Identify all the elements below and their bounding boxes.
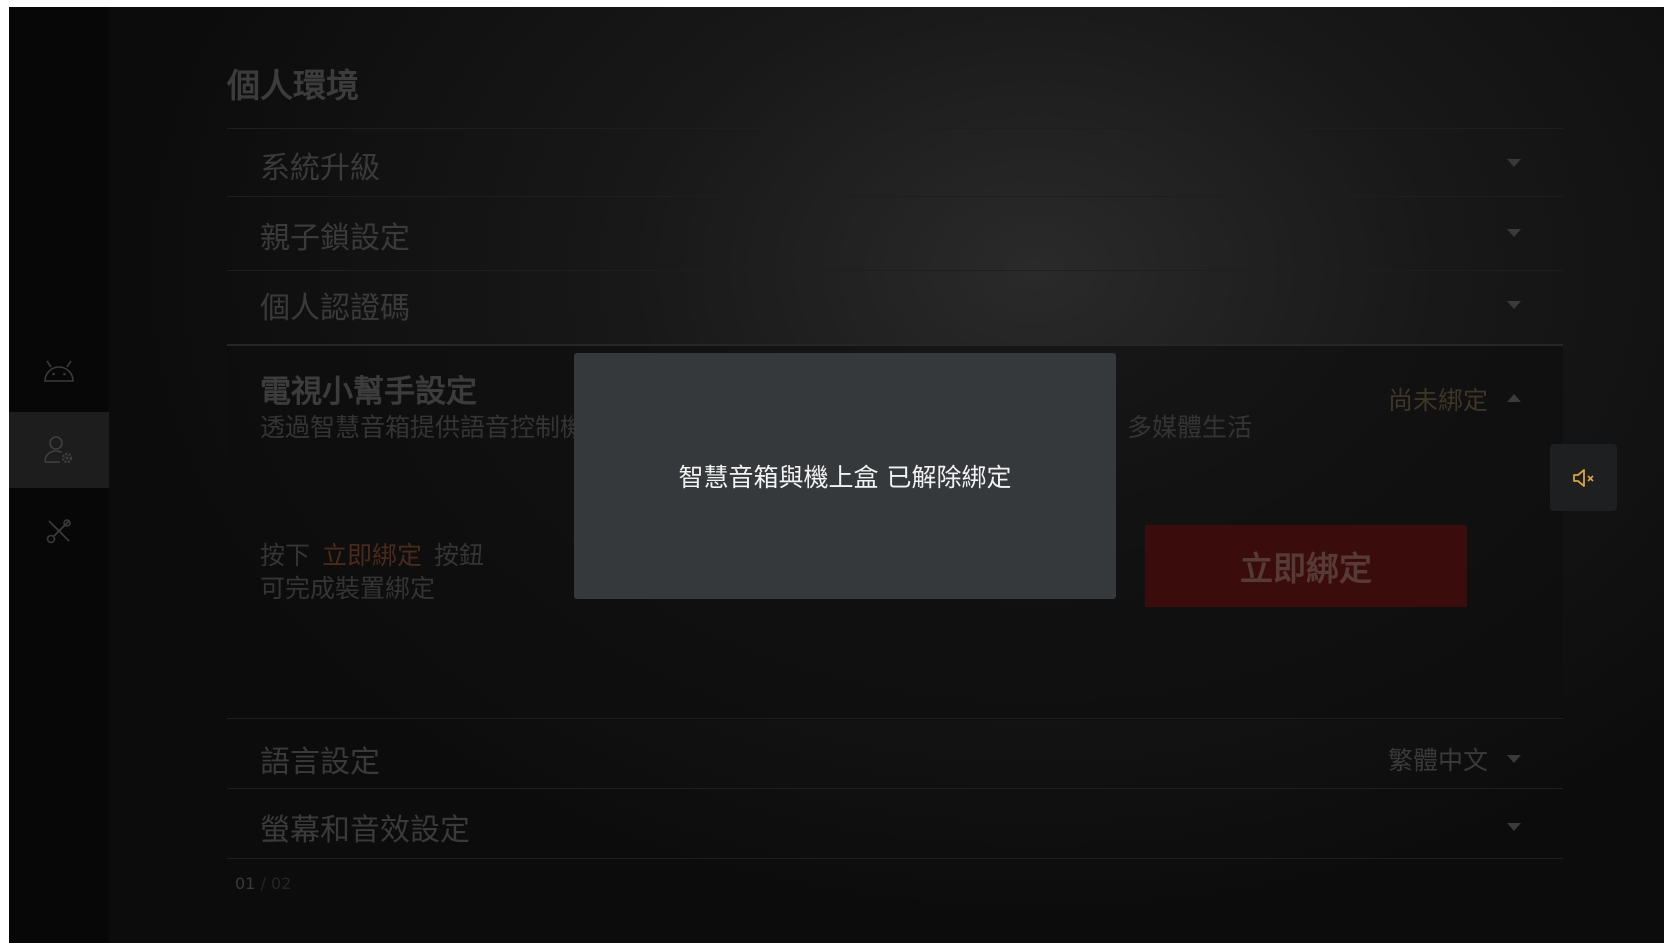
description-right: 多媒體生活 (1127, 413, 1253, 442)
pager-separator: / (260, 874, 266, 893)
row-label: 親子鎖設定 (260, 221, 410, 256)
row-label: 螢幕和音效設定 (260, 813, 470, 848)
row-label: 系統升級 (260, 151, 380, 186)
pager-total: 02 (270, 874, 292, 893)
toast-message: 智慧音箱與機上盒 已解除綁定 (678, 463, 1012, 492)
description-left: 透過智慧音箱提供語音控制機 (260, 413, 586, 442)
section-title: 電視小幫手設定 (260, 374, 477, 410)
row-parental-lock[interactable]: 親子鎖設定 (227, 196, 1563, 265)
chevron-down-icon (1507, 301, 1521, 309)
mute-indicator (1550, 444, 1617, 511)
page-indicator: 01 / 02 (235, 874, 291, 893)
row-language[interactable]: 語言設定 繁體中文 (227, 718, 1563, 789)
page-title: 個人環境 (227, 66, 359, 105)
left-nav (9, 7, 109, 943)
row-label: 個人認證碼 (260, 291, 410, 326)
unbind-toast: 智慧音箱與機上盒 已解除綁定 (574, 353, 1116, 599)
nav-item-tools[interactable] (9, 493, 109, 569)
row-label: 語言設定 (260, 745, 380, 780)
volume-mute-icon (1572, 468, 1594, 487)
row-personal-pin[interactable]: 個人認證碼 (227, 270, 1563, 339)
chevron-up-icon (1507, 394, 1521, 402)
nav-item-personal-settings[interactable] (9, 412, 109, 488)
tv-screen: 個人環境 系統升級 親子鎖設定 個人認證碼 電視小幫手設定 透過智慧音箱提供語音… (9, 7, 1664, 943)
binding-status: 尚未綁定 (1387, 386, 1488, 415)
row-system-upgrade[interactable]: 系統升級 (227, 128, 1563, 197)
bind-now-button[interactable]: 立即綁定 (1145, 525, 1467, 607)
nav-item-android[interactable] (9, 333, 109, 409)
instruction-suffix: 按鈕 (434, 541, 485, 570)
user-settings-icon (44, 436, 73, 464)
bind-instruction-line2: 可完成裝置綁定 (260, 574, 436, 603)
tools-icon (46, 519, 71, 544)
row-display-audio[interactable]: 螢幕和音效設定 (227, 788, 1563, 859)
android-icon (44, 360, 74, 382)
chevron-down-icon (1507, 229, 1521, 237)
instruction-prefix: 按下 (260, 541, 311, 570)
bind-instruction: 按下 立即綁定 按鈕 (260, 536, 484, 572)
pager-current: 01 (235, 874, 256, 893)
language-value: 繁體中文 (1387, 746, 1488, 775)
chevron-down-icon (1507, 755, 1521, 763)
chevron-down-icon (1507, 159, 1521, 167)
instruction-highlight: 立即綁定 (322, 541, 423, 570)
divider (227, 858, 1563, 860)
chevron-down-icon (1507, 823, 1521, 831)
